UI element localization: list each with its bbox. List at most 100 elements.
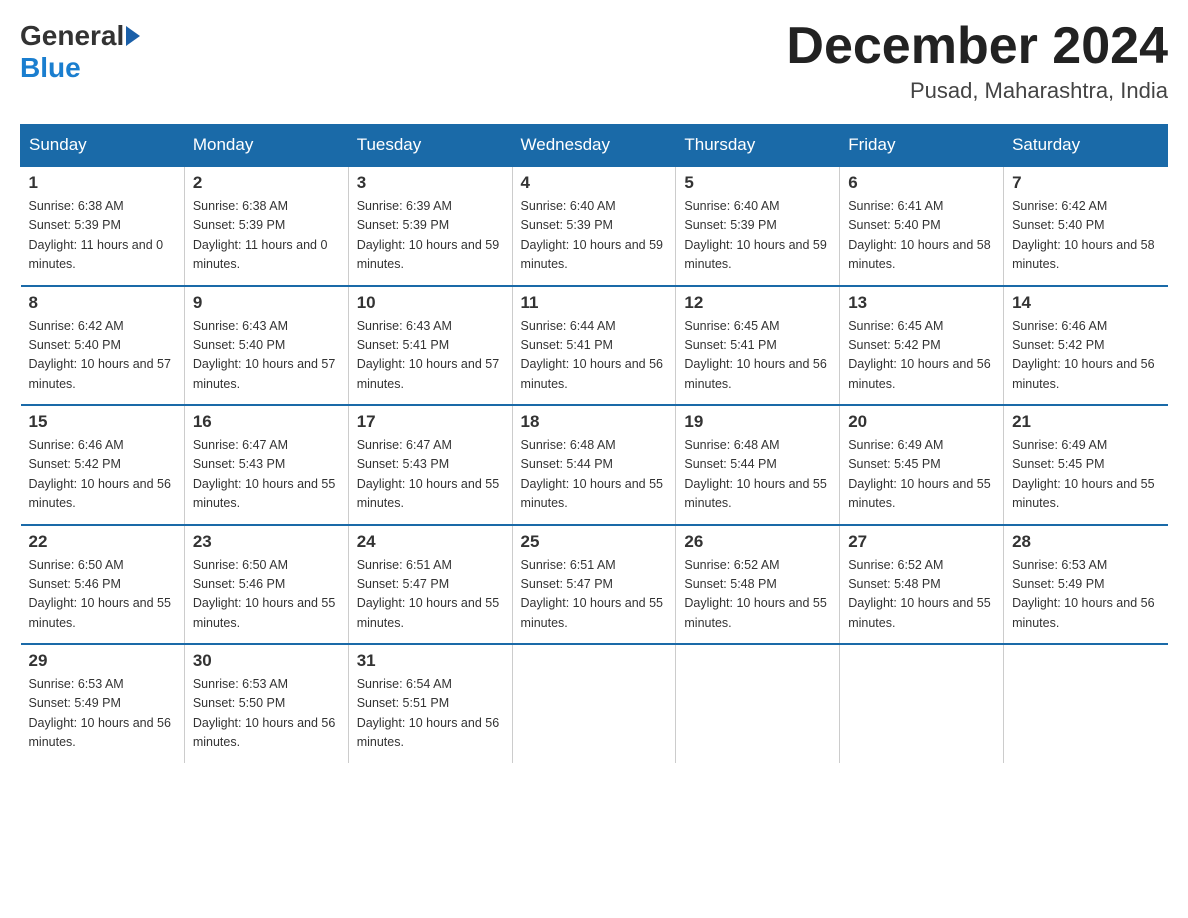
logo-general: General — [20, 20, 124, 52]
day-info: Sunrise: 6:48 AM Sunset: 5:44 PM Dayligh… — [684, 436, 831, 514]
day-number: 18 — [521, 412, 668, 432]
calendar-table: SundayMondayTuesdayWednesdayThursdayFrid… — [20, 124, 1168, 763]
week-row-2: 8 Sunrise: 6:42 AM Sunset: 5:40 PM Dayli… — [21, 286, 1168, 406]
calendar-cell: 16 Sunrise: 6:47 AM Sunset: 5:43 PM Dayl… — [184, 405, 348, 525]
day-number: 11 — [521, 293, 668, 313]
calendar-cell — [512, 644, 676, 763]
calendar-cell: 6 Sunrise: 6:41 AM Sunset: 5:40 PM Dayli… — [840, 166, 1004, 286]
calendar-cell — [676, 644, 840, 763]
day-number: 9 — [193, 293, 340, 313]
day-info: Sunrise: 6:49 AM Sunset: 5:45 PM Dayligh… — [1012, 436, 1159, 514]
logo-text: General — [20, 20, 142, 52]
calendar-cell: 23 Sunrise: 6:50 AM Sunset: 5:46 PM Dayl… — [184, 525, 348, 645]
calendar-cell: 8 Sunrise: 6:42 AM Sunset: 5:40 PM Dayli… — [21, 286, 185, 406]
day-info: Sunrise: 6:42 AM Sunset: 5:40 PM Dayligh… — [29, 317, 176, 395]
week-row-4: 22 Sunrise: 6:50 AM Sunset: 5:46 PM Dayl… — [21, 525, 1168, 645]
calendar-cell: 9 Sunrise: 6:43 AM Sunset: 5:40 PM Dayli… — [184, 286, 348, 406]
header-day-monday: Monday — [184, 125, 348, 167]
calendar-cell: 5 Sunrise: 6:40 AM Sunset: 5:39 PM Dayli… — [676, 166, 840, 286]
day-info: Sunrise: 6:46 AM Sunset: 5:42 PM Dayligh… — [29, 436, 176, 514]
day-number: 13 — [848, 293, 995, 313]
day-number: 21 — [1012, 412, 1159, 432]
day-number: 6 — [848, 173, 995, 193]
location-title: Pusad, Maharashtra, India — [786, 78, 1168, 104]
week-row-5: 29 Sunrise: 6:53 AM Sunset: 5:49 PM Dayl… — [21, 644, 1168, 763]
day-number: 7 — [1012, 173, 1159, 193]
day-number: 1 — [29, 173, 176, 193]
day-number: 25 — [521, 532, 668, 552]
calendar-cell: 19 Sunrise: 6:48 AM Sunset: 5:44 PM Dayl… — [676, 405, 840, 525]
header-row: SundayMondayTuesdayWednesdayThursdayFrid… — [21, 125, 1168, 167]
day-number: 2 — [193, 173, 340, 193]
day-info: Sunrise: 6:50 AM Sunset: 5:46 PM Dayligh… — [193, 556, 340, 634]
day-info: Sunrise: 6:42 AM Sunset: 5:40 PM Dayligh… — [1012, 197, 1159, 275]
day-info: Sunrise: 6:45 AM Sunset: 5:42 PM Dayligh… — [848, 317, 995, 395]
day-info: Sunrise: 6:47 AM Sunset: 5:43 PM Dayligh… — [357, 436, 504, 514]
day-number: 10 — [357, 293, 504, 313]
header-day-saturday: Saturday — [1004, 125, 1168, 167]
day-number: 4 — [521, 173, 668, 193]
day-info: Sunrise: 6:52 AM Sunset: 5:48 PM Dayligh… — [848, 556, 995, 634]
logo: General Blue — [20, 20, 142, 84]
day-number: 17 — [357, 412, 504, 432]
day-info: Sunrise: 6:54 AM Sunset: 5:51 PM Dayligh… — [357, 675, 504, 753]
header-day-wednesday: Wednesday — [512, 125, 676, 167]
day-number: 27 — [848, 532, 995, 552]
day-info: Sunrise: 6:52 AM Sunset: 5:48 PM Dayligh… — [684, 556, 831, 634]
day-info: Sunrise: 6:40 AM Sunset: 5:39 PM Dayligh… — [521, 197, 668, 275]
day-number: 26 — [684, 532, 831, 552]
day-number: 19 — [684, 412, 831, 432]
day-number: 28 — [1012, 532, 1159, 552]
day-info: Sunrise: 6:49 AM Sunset: 5:45 PM Dayligh… — [848, 436, 995, 514]
day-info: Sunrise: 6:50 AM Sunset: 5:46 PM Dayligh… — [29, 556, 176, 634]
calendar-cell: 21 Sunrise: 6:49 AM Sunset: 5:45 PM Dayl… — [1004, 405, 1168, 525]
week-row-1: 1 Sunrise: 6:38 AM Sunset: 5:39 PM Dayli… — [21, 166, 1168, 286]
day-info: Sunrise: 6:53 AM Sunset: 5:49 PM Dayligh… — [29, 675, 176, 753]
calendar-cell: 11 Sunrise: 6:44 AM Sunset: 5:41 PM Dayl… — [512, 286, 676, 406]
day-info: Sunrise: 6:40 AM Sunset: 5:39 PM Dayligh… — [684, 197, 831, 275]
calendar-cell: 27 Sunrise: 6:52 AM Sunset: 5:48 PM Dayl… — [840, 525, 1004, 645]
calendar-cell: 12 Sunrise: 6:45 AM Sunset: 5:41 PM Dayl… — [676, 286, 840, 406]
day-number: 8 — [29, 293, 176, 313]
day-info: Sunrise: 6:41 AM Sunset: 5:40 PM Dayligh… — [848, 197, 995, 275]
calendar-cell: 2 Sunrise: 6:38 AM Sunset: 5:39 PM Dayli… — [184, 166, 348, 286]
day-number: 3 — [357, 173, 504, 193]
day-number: 20 — [848, 412, 995, 432]
day-info: Sunrise: 6:45 AM Sunset: 5:41 PM Dayligh… — [684, 317, 831, 395]
day-number: 15 — [29, 412, 176, 432]
calendar-cell: 28 Sunrise: 6:53 AM Sunset: 5:49 PM Dayl… — [1004, 525, 1168, 645]
day-number: 30 — [193, 651, 340, 671]
calendar-cell: 24 Sunrise: 6:51 AM Sunset: 5:47 PM Dayl… — [348, 525, 512, 645]
calendar-cell — [840, 644, 1004, 763]
calendar-cell: 13 Sunrise: 6:45 AM Sunset: 5:42 PM Dayl… — [840, 286, 1004, 406]
day-info: Sunrise: 6:47 AM Sunset: 5:43 PM Dayligh… — [193, 436, 340, 514]
day-info: Sunrise: 6:53 AM Sunset: 5:50 PM Dayligh… — [193, 675, 340, 753]
calendar-cell: 30 Sunrise: 6:53 AM Sunset: 5:50 PM Dayl… — [184, 644, 348, 763]
day-info: Sunrise: 6:46 AM Sunset: 5:42 PM Dayligh… — [1012, 317, 1159, 395]
calendar-cell — [1004, 644, 1168, 763]
header-day-thursday: Thursday — [676, 125, 840, 167]
calendar-cell: 3 Sunrise: 6:39 AM Sunset: 5:39 PM Dayli… — [348, 166, 512, 286]
calendar-cell: 29 Sunrise: 6:53 AM Sunset: 5:49 PM Dayl… — [21, 644, 185, 763]
calendar-cell: 10 Sunrise: 6:43 AM Sunset: 5:41 PM Dayl… — [348, 286, 512, 406]
day-number: 14 — [1012, 293, 1159, 313]
calendar-cell: 18 Sunrise: 6:48 AM Sunset: 5:44 PM Dayl… — [512, 405, 676, 525]
header-day-friday: Friday — [840, 125, 1004, 167]
day-info: Sunrise: 6:39 AM Sunset: 5:39 PM Dayligh… — [357, 197, 504, 275]
day-info: Sunrise: 6:38 AM Sunset: 5:39 PM Dayligh… — [193, 197, 340, 275]
calendar-cell: 1 Sunrise: 6:38 AM Sunset: 5:39 PM Dayli… — [21, 166, 185, 286]
calendar-cell: 26 Sunrise: 6:52 AM Sunset: 5:48 PM Dayl… — [676, 525, 840, 645]
day-number: 22 — [29, 532, 176, 552]
calendar-cell: 15 Sunrise: 6:46 AM Sunset: 5:42 PM Dayl… — [21, 405, 185, 525]
calendar-cell: 31 Sunrise: 6:54 AM Sunset: 5:51 PM Dayl… — [348, 644, 512, 763]
month-title: December 2024 — [786, 20, 1168, 72]
day-info: Sunrise: 6:43 AM Sunset: 5:41 PM Dayligh… — [357, 317, 504, 395]
logo-arrow-icon — [126, 26, 140, 46]
week-row-3: 15 Sunrise: 6:46 AM Sunset: 5:42 PM Dayl… — [21, 405, 1168, 525]
day-number: 5 — [684, 173, 831, 193]
calendar-cell: 20 Sunrise: 6:49 AM Sunset: 5:45 PM Dayl… — [840, 405, 1004, 525]
title-section: December 2024 Pusad, Maharashtra, India — [786, 20, 1168, 104]
day-number: 12 — [684, 293, 831, 313]
calendar-cell: 4 Sunrise: 6:40 AM Sunset: 5:39 PM Dayli… — [512, 166, 676, 286]
day-number: 31 — [357, 651, 504, 671]
